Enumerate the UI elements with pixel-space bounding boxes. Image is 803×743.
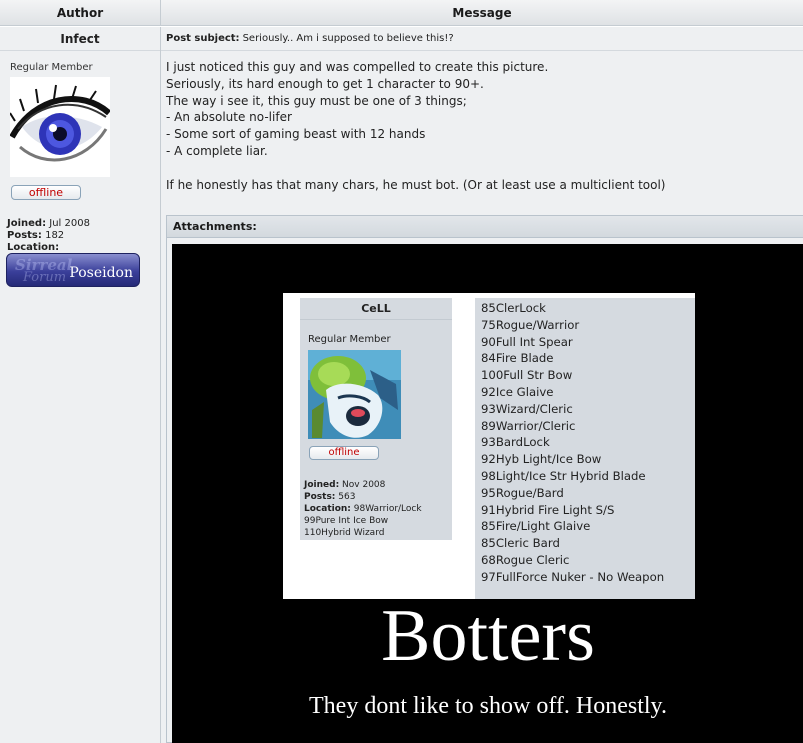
avatar bbox=[10, 77, 110, 177]
badge-watermark-2: Forum bbox=[23, 270, 67, 285]
subject-label: Post subject: bbox=[166, 33, 240, 44]
card-joined-label: Joined: bbox=[304, 480, 340, 490]
poster-subtitle: They dont like to show off. Honestly. bbox=[309, 693, 667, 719]
card-rank: Regular Member bbox=[308, 334, 391, 345]
card-offline-status: offline bbox=[309, 446, 379, 460]
card-username: CeLL bbox=[300, 298, 452, 320]
posts-label: Posts: bbox=[7, 230, 42, 241]
joined-label: Joined: bbox=[7, 218, 47, 229]
author-panel: Infect Regular Member offline Joined: Ju… bbox=[0, 27, 161, 743]
card-location-line: 99Pure Int Ice Bow bbox=[304, 516, 389, 526]
message-line: - An absolute no-lifer bbox=[166, 110, 292, 125]
character-entry: 100Full Str Bow bbox=[481, 368, 573, 383]
location-label: Location: bbox=[7, 242, 60, 253]
character-entry: 85Cleric Bard bbox=[481, 536, 560, 551]
character-entry: 92Hyb Light/Ice Bow bbox=[481, 452, 602, 467]
card-profile-info: Joined: Nov 2008 Posts: 563 Location: 98… bbox=[304, 479, 422, 539]
card-joined-value: Nov 2008 bbox=[342, 480, 386, 490]
card-posts-value: 563 bbox=[338, 492, 356, 502]
character-entry: 75Rogue/Warrior bbox=[481, 317, 580, 332]
card-location-line: 98Warrior/Lock bbox=[353, 504, 422, 514]
message-line: Seriously, its hard enough to get 1 char… bbox=[166, 76, 484, 91]
table-header: Author Message bbox=[0, 0, 803, 26]
character-entry: 98Light/Ice Str Hybrid Blade bbox=[481, 468, 646, 483]
attached-image[interactable]: CeLL Regular Member offline Joined: Nov … bbox=[172, 244, 803, 743]
author-profile-info: Joined: Jul 2008 Posts: 182 Location: bbox=[7, 218, 90, 254]
message-line: If he honestly has that many chars, he m… bbox=[166, 177, 666, 192]
post-message-body: I just noticed this guy and was compelle… bbox=[166, 59, 666, 193]
card-author-panel: CeLL Regular Member offline Joined: Nov … bbox=[300, 298, 452, 540]
card-avatar bbox=[308, 350, 401, 439]
post-author-username[interactable]: Infect bbox=[0, 27, 160, 51]
character-entry: 92Ice Glaive bbox=[481, 384, 554, 399]
message-line: The way i see it, this guy must be one o… bbox=[166, 93, 467, 108]
badge-server-name: Poseidon bbox=[69, 265, 133, 281]
character-entry: 97FullForce Nuker - No Weapon bbox=[481, 569, 665, 584]
character-entry: 93Wizard/Cleric bbox=[481, 401, 573, 416]
author-column-header: Author bbox=[0, 0, 161, 25]
card-location-label: Location: bbox=[304, 504, 351, 514]
offline-status-button[interactable]: offline bbox=[11, 185, 81, 200]
message-line: - A complete liar. bbox=[166, 143, 268, 158]
embedded-profile-card: CeLL Regular Member offline Joined: Nov … bbox=[283, 293, 695, 599]
author-rank: Regular Member bbox=[10, 62, 93, 73]
character-entry: 68Rogue Cleric bbox=[481, 552, 570, 567]
message-column-header: Message bbox=[452, 5, 512, 20]
card-posts-label: Posts: bbox=[304, 492, 336, 502]
message-line: - Some sort of gaming beast with 12 hand… bbox=[166, 127, 426, 142]
character-entry: 95Rogue/Bard bbox=[481, 485, 564, 500]
subject-text: Seriously.. Am i supposed to believe thi… bbox=[242, 33, 454, 44]
message-line bbox=[166, 160, 666, 177]
message-line: I just noticed this guy and was compelle… bbox=[166, 60, 549, 74]
attachments-box: Attachments: CeLL Regular Member offline… bbox=[166, 215, 803, 743]
character-entry: 85ClerLock bbox=[481, 301, 546, 315]
character-list: 85ClerLock 75Rogue/Warrior 90Full Int Sp… bbox=[475, 298, 695, 599]
character-entry: 91Hybrid Fire Light S/S bbox=[481, 502, 615, 517]
message-panel: Post subject: Seriously.. Am i supposed … bbox=[161, 27, 803, 743]
attachments-label: Attachments: bbox=[167, 216, 803, 238]
forum-badge: Sirreal Forum Poseidon bbox=[6, 253, 140, 287]
card-location-line: 110Hybrid Wizard bbox=[304, 528, 385, 538]
character-entry: 89Warrior/Cleric bbox=[481, 418, 576, 433]
character-entry: 90Full Int Spear bbox=[481, 334, 573, 349]
post-subject: Post subject: Seriously.. Am i supposed … bbox=[161, 27, 803, 51]
character-entry: 85Fire/Light Glaive bbox=[481, 519, 591, 534]
joined-value: Jul 2008 bbox=[49, 218, 90, 229]
poster-title: Botters bbox=[381, 595, 595, 677]
posts-value: 182 bbox=[45, 230, 65, 241]
character-entry: 93BardLock bbox=[481, 435, 550, 450]
character-entry: 84Fire Blade bbox=[481, 351, 554, 366]
